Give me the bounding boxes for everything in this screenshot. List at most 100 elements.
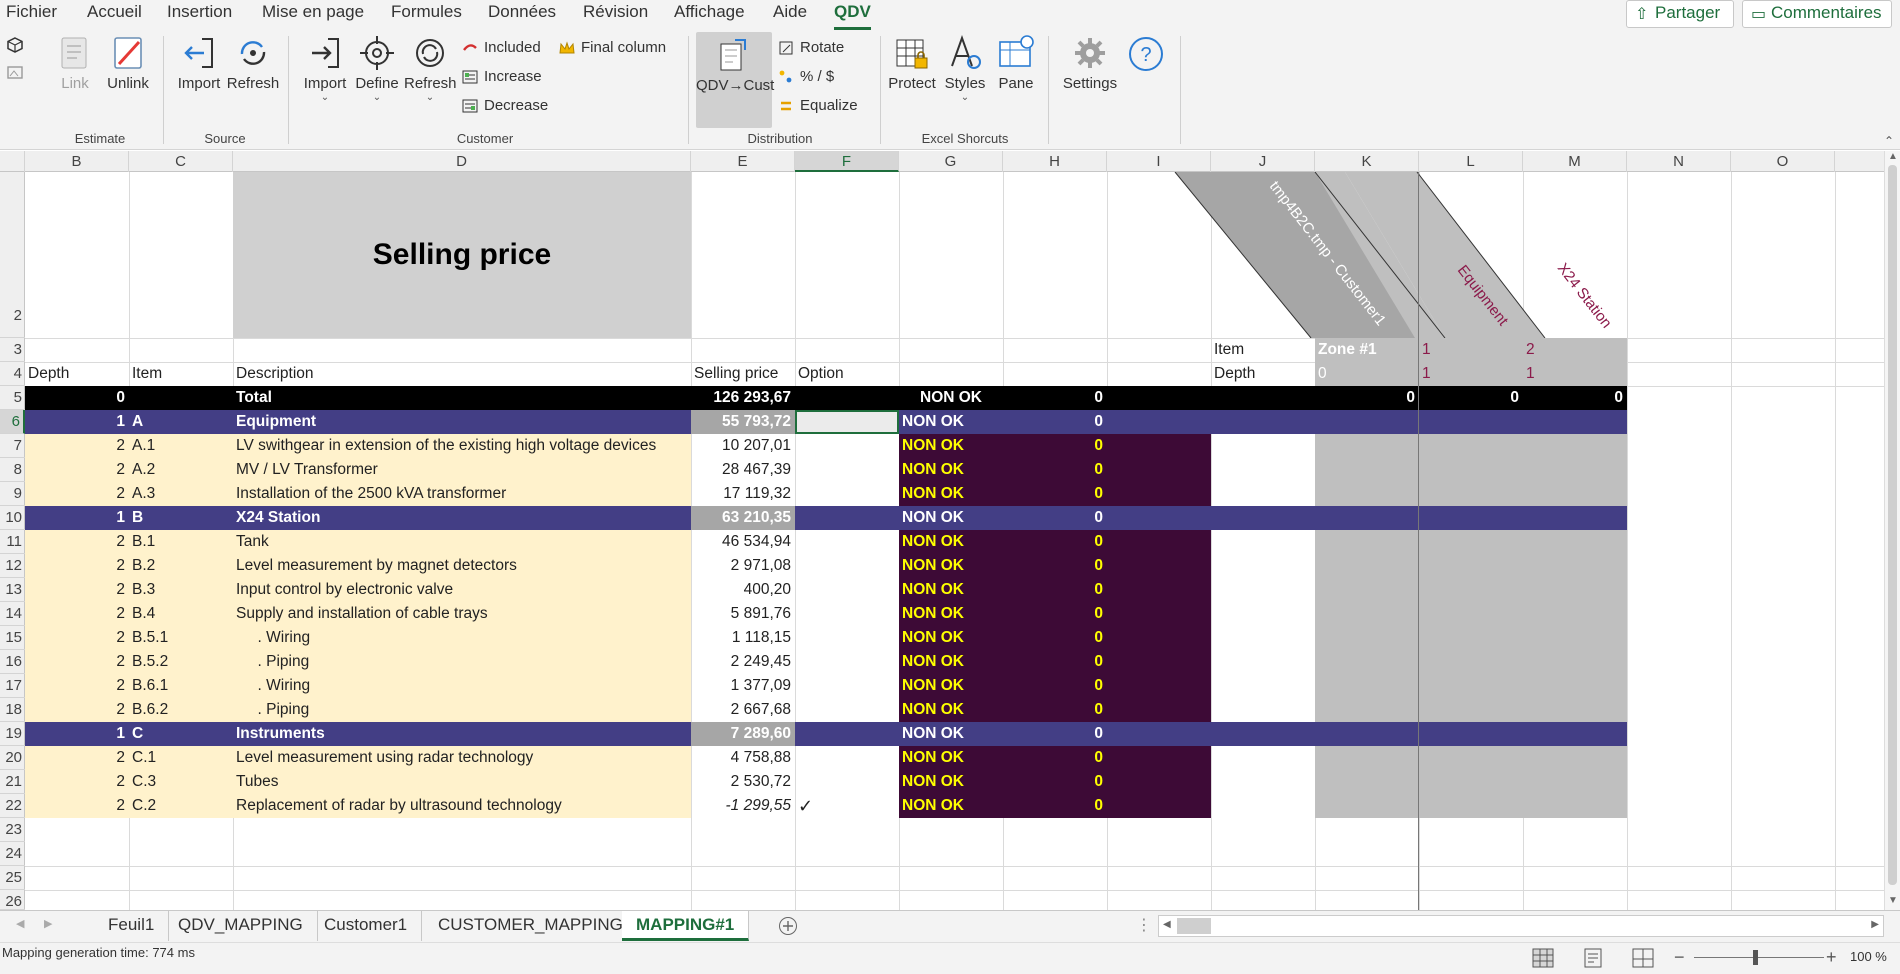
qdv-cust-button[interactable]: QDV→Cust [696,32,774,128]
row-item[interactable]: A.3 [129,482,233,506]
cube-icon[interactable] [6,36,24,54]
row-description[interactable]: . Wiring [233,626,691,650]
row-value[interactable]: 0 [1003,794,1107,818]
row-header[interactable]: 18 [0,698,25,722]
row-option[interactable] [795,530,899,554]
zoom-out-icon[interactable]: − [1674,947,1685,967]
col-header[interactable]: C [129,151,233,172]
final-column-button[interactable]: Final column [559,37,666,59]
row-header[interactable]: 2 [0,172,25,338]
row-item[interactable]: B.4 [129,602,233,626]
zoom-slider[interactable] [1694,957,1824,958]
row-value[interactable]: 0 [1003,482,1107,506]
row-header[interactable]: 16 [0,650,25,674]
source-import-button[interactable]: Import [174,34,224,118]
scroll-down-icon[interactable]: ▼ [1888,895,1898,906]
row-value[interactable]: 0 [1003,722,1107,746]
row-depth[interactable]: 2 [25,434,129,458]
row-item[interactable]: C.1 [129,746,233,770]
row-price[interactable]: 28 467,39 [691,458,795,482]
decrease-button[interactable]: Decrease [462,95,548,117]
increase-button[interactable]: Increase [462,66,542,88]
row-value[interactable]: 0 [1003,458,1107,482]
hscroll-left-icon[interactable]: ◀ [1163,919,1171,930]
row-description[interactable]: Level measurement using radar technology [233,746,691,770]
distribution-cells[interactable] [1315,746,1627,770]
row-value[interactable]: 0 [1003,578,1107,602]
row-header[interactable]: 26 [0,890,25,910]
zoom-slider-thumb[interactable] [1753,950,1758,965]
row-depth[interactable]: 2 [25,554,129,578]
row-description[interactable]: LV swithgear in extension of the existin… [233,434,691,458]
row-depth[interactable]: 1 [25,506,129,530]
row-description[interactable]: Installation of the 2500 kVA transformer [233,482,691,506]
row-header[interactable]: 14 [0,602,25,626]
row-option[interactable] [795,578,899,602]
row-description[interactable]: MV / LV Transformer [233,458,691,482]
row-value[interactable]: 0 [1003,626,1107,650]
row-value[interactable]: 0 [1003,746,1107,770]
row-depth[interactable]: 2 [25,626,129,650]
row-price[interactable]: 1 118,15 [691,626,795,650]
distribution-cells[interactable] [1315,482,1627,506]
col-header[interactable]: G [899,151,1003,172]
row-option[interactable] [795,458,899,482]
tab-scroll-left-icon[interactable]: ◀ [16,917,24,930]
menu-accueil[interactable]: Accueil [87,0,142,30]
tab-customer-mapping[interactable]: CUSTOMER_MAPPING [424,911,638,941]
row-item[interactable]: A.2 [129,458,233,482]
row-header[interactable]: 3 [0,338,25,362]
active-cell[interactable] [795,410,899,434]
row-status[interactable]: NON OK [899,698,1003,722]
row-status[interactable]: NON OK [899,458,1003,482]
styles-button[interactable]: Styles ⌄ [940,34,990,118]
col-header[interactable]: O [1731,151,1835,172]
row-item[interactable]: B [129,506,233,530]
row-price[interactable]: 46 534,94 [691,530,795,554]
distribution-cells[interactable] [1315,434,1627,458]
row-price[interactable]: 2 249,45 [691,650,795,674]
row-header[interactable]: 4 [0,362,25,386]
vertical-scrollbar[interactable]: ▲ ▼ [1884,151,1900,910]
row-option[interactable] [795,434,899,458]
tab-mapping-1[interactable]: MAPPING#1 [622,911,750,941]
menu-revision[interactable]: Révision [583,0,648,30]
row-depth[interactable]: 2 [25,794,129,818]
row-header[interactable]: 19 [0,722,25,746]
scrollbar-thumb[interactable] [1888,165,1897,885]
row-depth[interactable]: 2 [25,674,129,698]
row-price[interactable]: 1 377,09 [691,674,795,698]
row-option[interactable] [795,626,899,650]
unlink-button[interactable]: Unlink [104,34,152,118]
menu-qdv[interactable]: QDV [834,0,871,30]
row-description[interactable]: Tank [233,530,691,554]
menu-insertion[interactable]: Insertion [167,0,232,30]
row-option[interactable] [795,770,899,794]
row-depth[interactable]: 2 [25,746,129,770]
row-item[interactable]: B.5.1 [129,626,233,650]
menu-fichier[interactable]: Fichier [6,0,57,30]
row-header[interactable]: 23 [0,818,25,842]
comments-button[interactable]: ▭ Commentaires [1742,0,1892,28]
row-header-selected[interactable]: 6 [0,410,25,434]
row-status[interactable]: NON OK [899,674,1003,698]
col-header[interactable]: J [1211,151,1315,172]
row-item[interactable]: B.5.2 [129,650,233,674]
row-value[interactable]: 0 [1003,602,1107,626]
col-header[interactable]: M [1523,151,1627,172]
row-price[interactable]: 10 207,01 [691,434,795,458]
row-value[interactable]: 0 [1003,434,1107,458]
define-button[interactable]: Define ⌄ [353,34,401,118]
row-option[interactable]: ✓ [795,794,899,818]
scroll-up-icon[interactable]: ▲ [1888,151,1898,162]
distribution-cells[interactable] [1315,530,1627,554]
tab-customer1[interactable]: Customer1 [310,911,423,941]
row-option[interactable] [795,698,899,722]
row-description[interactable]: Tubes [233,770,691,794]
row-status[interactable]: NON OK [899,602,1003,626]
protect-button[interactable]: Protect [886,34,938,118]
row-option[interactable] [795,506,899,530]
row-description[interactable]: Supply and installation of cable trays [233,602,691,626]
distribution-cells[interactable] [1315,626,1627,650]
row-description[interactable]: . Wiring [233,674,691,698]
